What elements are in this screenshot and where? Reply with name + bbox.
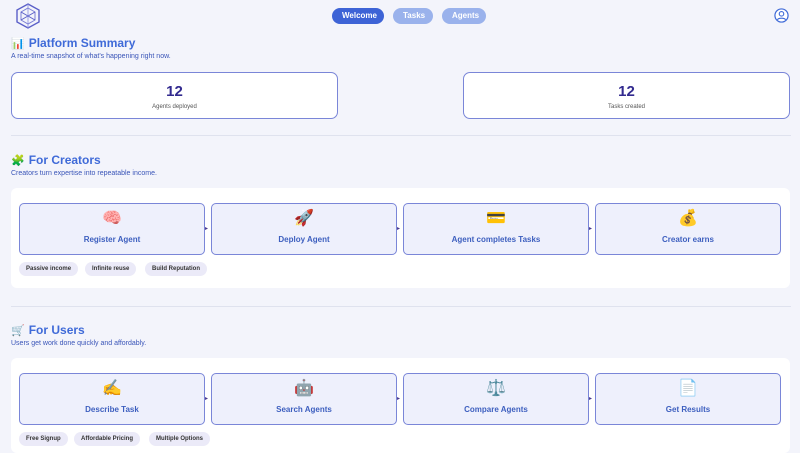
main-nav: Welcome Tasks Agents bbox=[332, 8, 486, 24]
summary-title: 📊 Platform Summary bbox=[11, 36, 135, 50]
logo-icon[interactable] bbox=[16, 3, 40, 29]
brain-icon: 🧠 bbox=[102, 210, 122, 227]
step-register-agent[interactable]: 🧠 Register Agent bbox=[19, 203, 205, 255]
step-search-agents[interactable]: 🤖 Search Agents bbox=[211, 373, 397, 425]
step-label: Deploy Agent bbox=[278, 235, 330, 244]
robot-icon: 🤖 bbox=[294, 380, 314, 397]
tag-multiple-options: Multiple Options bbox=[149, 432, 210, 446]
user-avatar-icon[interactable] bbox=[774, 8, 789, 23]
money-bag-icon: 💰 bbox=[678, 210, 698, 227]
rocket-icon: 🚀 bbox=[294, 210, 314, 227]
puzzle-icon: 🧩 bbox=[11, 154, 25, 167]
creators-title: 🧩 For Creators bbox=[11, 153, 101, 167]
agents-deployed-label: Agents deployed bbox=[152, 104, 197, 110]
creators-subtitle: Creators turn expertise into repeatable … bbox=[11, 170, 157, 177]
nav-welcome-button[interactable]: Welcome bbox=[332, 8, 384, 24]
tag-build-reputation: Build Reputation bbox=[145, 262, 207, 276]
summary-title-text: Platform Summary bbox=[28, 36, 136, 50]
step-label: Compare Agents bbox=[464, 405, 528, 414]
step-label: Search Agents bbox=[276, 405, 332, 414]
step-agent-completes-tasks[interactable]: 💳 Agent completes Tasks bbox=[403, 203, 589, 255]
chart-icon: 📊 bbox=[11, 37, 25, 50]
divider bbox=[11, 135, 791, 136]
users-title: 🛒 For Users bbox=[11, 323, 85, 337]
top-bar: Welcome Tasks Agents bbox=[0, 0, 800, 32]
credit-card-icon: 💳 bbox=[486, 210, 506, 227]
tag-passive-income: Passive income bbox=[19, 262, 79, 276]
divider bbox=[11, 306, 791, 307]
step-get-results[interactable]: 📄 Get Results bbox=[595, 373, 781, 425]
step-label: Get Results bbox=[665, 405, 711, 414]
step-label: Creator earns bbox=[661, 235, 715, 244]
tag-affordable-pricing: Affordable Pricing bbox=[74, 432, 141, 446]
agents-deployed-card: 12 Agents deployed bbox=[11, 72, 338, 119]
creators-title-text: For Creators bbox=[28, 153, 101, 167]
document-icon: 📄 bbox=[678, 380, 698, 397]
step-deploy-agent[interactable]: 🚀 Deploy Agent bbox=[211, 203, 397, 255]
users-title-text: For Users bbox=[28, 323, 85, 337]
step-label: Register Agent bbox=[83, 235, 141, 244]
users-subtitle: Users get work done quickly and affordab… bbox=[11, 340, 147, 347]
nav-agents-button[interactable]: Agents bbox=[442, 8, 486, 24]
step-compare-agents[interactable]: ⚖️ Compare Agents bbox=[403, 373, 589, 425]
tag-free-signup: Free Signup bbox=[19, 432, 68, 446]
agents-deployed-value: 12 bbox=[166, 83, 183, 100]
shopping-cart-icon: 🛒 bbox=[11, 324, 25, 337]
step-label: Agent completes Tasks bbox=[451, 235, 541, 244]
tasks-created-card: 12 Tasks created bbox=[463, 72, 790, 119]
step-label: Describe Task bbox=[85, 405, 139, 414]
tag-infinite-reuse: Infinite reuse bbox=[85, 262, 137, 276]
nav-tasks-button[interactable]: Tasks bbox=[393, 8, 433, 24]
step-creator-earns[interactable]: 💰 Creator earns bbox=[595, 203, 781, 255]
step-describe-task[interactable]: ✍️ Describe Task bbox=[19, 373, 205, 425]
summary-subtitle: A real-time snapshot of what's happening… bbox=[11, 53, 171, 60]
tasks-created-value: 12 bbox=[618, 83, 635, 100]
scales-icon: ⚖️ bbox=[486, 380, 506, 397]
tasks-created-label: Tasks created bbox=[607, 104, 646, 110]
writing-hand-icon: ✍️ bbox=[102, 380, 122, 397]
